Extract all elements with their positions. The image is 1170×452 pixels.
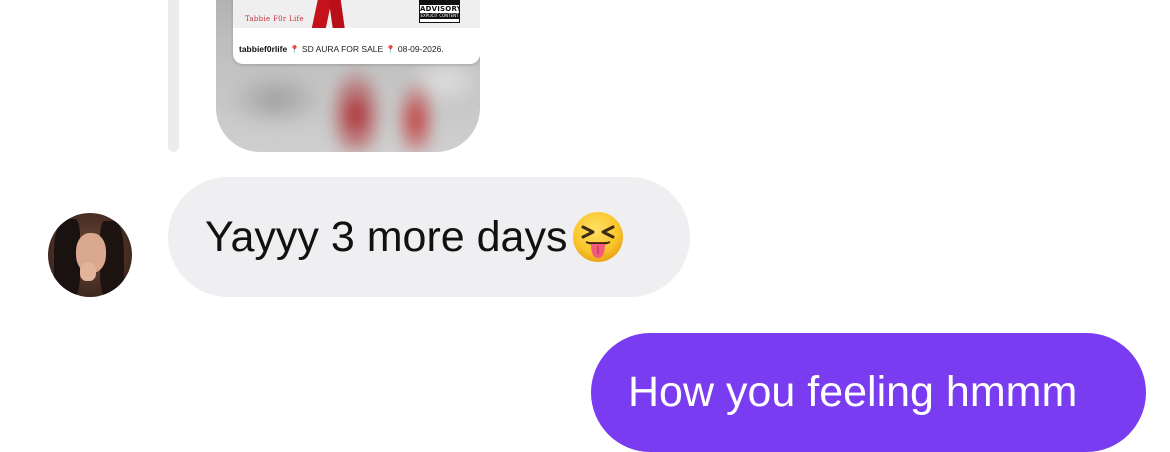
story-post-preview[interactable]: Tabbie F0r Life ADVISORY EXPLICIT CONTEN… xyxy=(233,0,480,64)
avatar-hand xyxy=(80,263,96,281)
story-photo: Tabbie F0r Life ADVISORY EXPLICIT CONTEN… xyxy=(233,0,480,28)
reply-thread-line xyxy=(168,0,179,152)
round-pushpin-icon: 📍 xyxy=(289,45,300,54)
outgoing-message-bubble[interactable]: How you feeling hmmm xyxy=(591,333,1146,452)
shared-story-card[interactable]: Tabbie F0r Life ADVISORY EXPLICIT CONTEN… xyxy=(216,0,480,152)
story-title: SD AURA FOR SALE xyxy=(301,44,384,54)
story-username[interactable]: tabbief0rlife xyxy=(239,44,287,54)
advisory-label: ADVISORY xyxy=(420,5,460,13)
story-date: 08-09-2026. xyxy=(397,44,444,54)
incoming-message-bubble[interactable]: Yayyy 3 more days xyxy=(168,177,690,297)
advisory-sub-label: EXPLICIT CONTENT xyxy=(420,13,459,19)
contact-avatar[interactable] xyxy=(48,213,132,297)
squinting-face-with-tongue-icon xyxy=(571,210,625,264)
outgoing-message-text: How you feeling hmmm xyxy=(628,368,1078,416)
round-pushpin-icon: 📍 xyxy=(385,45,396,54)
photo-figure xyxy=(328,0,346,28)
photo-caption: Tabbie F0r Life xyxy=(245,15,304,23)
story-caption: tabbief0rlife 📍 SD AURA FOR SALE 📍 08-09… xyxy=(239,44,444,54)
parental-advisory-badge: ADVISORY EXPLICIT CONTENT xyxy=(419,0,460,23)
incoming-message-text: Yayyy 3 more days xyxy=(205,212,568,261)
chat-thread: Tabbie F0r Life ADVISORY EXPLICIT CONTEN… xyxy=(0,0,1170,452)
